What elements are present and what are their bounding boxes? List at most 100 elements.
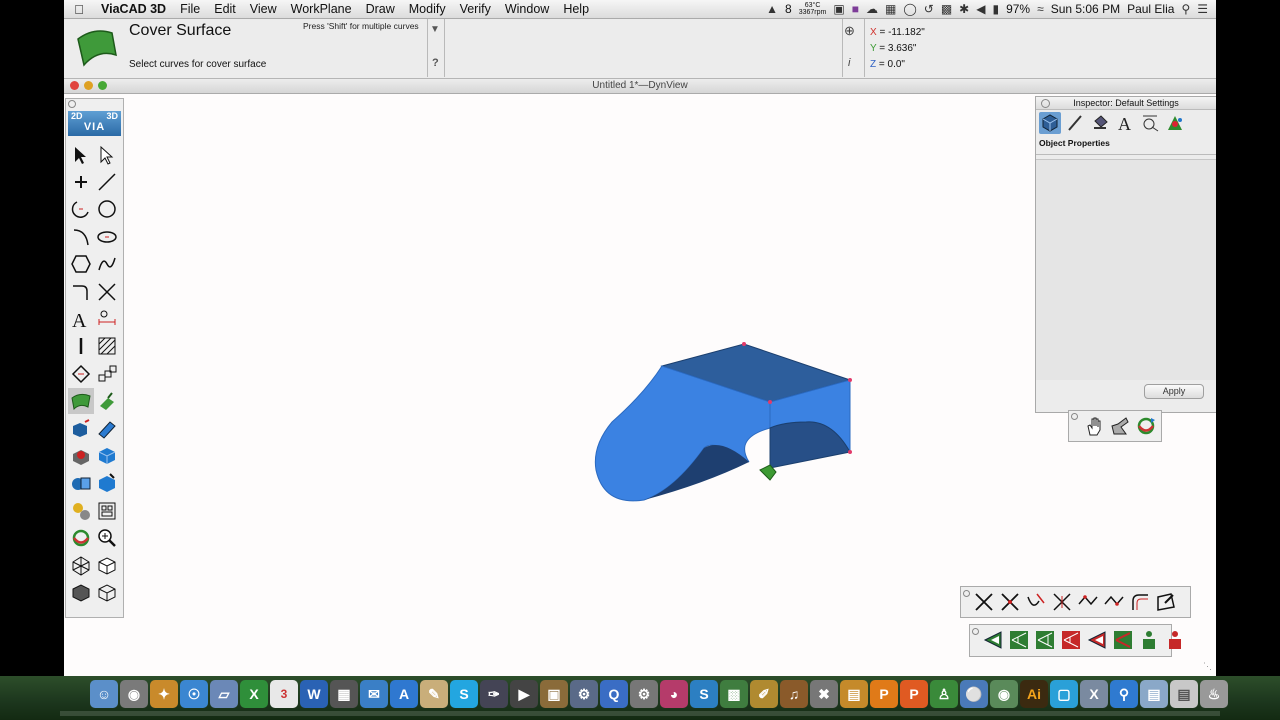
people-app-icon[interactable]: ♙: [930, 680, 958, 708]
tool-polygon[interactable]: [68, 251, 94, 277]
app-store-icon[interactable]: A: [390, 680, 418, 708]
shield-icon[interactable]: ◯: [903, 2, 916, 16]
system-preferences-icon[interactable]: ⚙: [630, 680, 658, 708]
tool-extrude-surface[interactable]: [94, 388, 120, 414]
network-icon[interactable]: ⚪: [960, 680, 988, 708]
display-icon[interactable]: ▩: [941, 2, 952, 16]
illustrator-icon[interactable]: Ai: [1020, 680, 1048, 708]
x11-icon[interactable]: X: [1080, 680, 1108, 708]
tool-hatch[interactable]: [94, 333, 120, 359]
excel-icon[interactable]: X: [240, 680, 268, 708]
tool-line[interactable]: [94, 169, 120, 195]
vertex-point[interactable]: [848, 450, 852, 454]
tool-shaded-view[interactable]: [68, 580, 94, 606]
word-icon[interactable]: W: [300, 680, 328, 708]
menu-modify[interactable]: Modify: [402, 2, 453, 16]
tool-solid-extrude[interactable]: [68, 416, 94, 442]
pages-icon[interactable]: P: [900, 680, 928, 708]
tool-cube-solid[interactable]: [94, 443, 120, 469]
bluetooth-icon[interactable]: ✱: [959, 2, 969, 16]
trash-icon[interactable]: ♨: [1200, 680, 1228, 708]
cross-curve-button[interactable]: [1049, 589, 1075, 615]
documents-icon[interactable]: ▤: [1170, 680, 1198, 708]
via-logo[interactable]: 2D 3D VIA: [68, 111, 121, 136]
vertex-point[interactable]: [768, 400, 772, 404]
cloud-icon[interactable]: ☁: [866, 2, 878, 16]
powerpoint-icon[interactable]: P: [870, 680, 898, 708]
close-icon[interactable]: [1041, 99, 1050, 108]
wifi-icon[interactable]: ≈: [1037, 2, 1044, 16]
split-cross-button[interactable]: [997, 589, 1023, 615]
apply-button[interactable]: Apply: [1144, 384, 1204, 399]
utility-icon[interactable]: ▦: [330, 680, 358, 708]
tool-select-arrow[interactable]: [68, 142, 94, 168]
tool-light-render[interactable]: [68, 498, 94, 524]
quill-icon[interactable]: ✑: [480, 680, 508, 708]
quicktime-icon[interactable]: Q: [600, 680, 628, 708]
close-icon[interactable]: [1071, 413, 1078, 420]
app-square-icon[interactable]: ■: [852, 2, 859, 16]
photo-app-icon[interactable]: ▱: [210, 680, 238, 708]
x-coordinate[interactable]: -11.182": [888, 27, 925, 38]
tool-shell-solid[interactable]: [68, 470, 94, 496]
adobe-icon[interactable]: ▲: [766, 2, 778, 16]
search-app-icon[interactable]: ⚲: [1110, 680, 1138, 708]
tool-transform[interactable]: [68, 361, 94, 387]
zoom-hand-button[interactable]: [1107, 413, 1133, 439]
tool-box-view[interactable]: [94, 553, 120, 579]
window-icon[interactable]: ▣: [833, 2, 844, 16]
tool-solid-sweep[interactable]: [94, 416, 120, 442]
model-viewport[interactable]: [494, 320, 874, 540]
menu-verify[interactable]: Verify: [453, 2, 498, 16]
break-curve-button[interactable]: [1075, 589, 1101, 615]
menu-file[interactable]: File: [173, 2, 207, 16]
battery-icon[interactable]: ▮: [992, 2, 999, 16]
calendar-icon[interactable]: 3: [270, 680, 298, 708]
menu-window[interactable]: Window: [498, 2, 556, 16]
screenshot-icon[interactable]: ▩: [720, 680, 748, 708]
folder-icon[interactable]: ▤: [1140, 680, 1168, 708]
user-name[interactable]: Paul Elia: [1127, 2, 1174, 16]
tab-text[interactable]: A: [1114, 112, 1136, 134]
app-brush-icon[interactable]: ✐: [750, 680, 778, 708]
tool-curve[interactable]: [68, 224, 94, 250]
image-capture-icon[interactable]: ⚙: [570, 680, 598, 708]
volume-icon[interactable]: ◀: [976, 2, 985, 16]
time-machine-icon[interactable]: ↺: [924, 2, 934, 16]
notes-icon[interactable]: ✎: [420, 680, 448, 708]
menu-view[interactable]: View: [243, 2, 284, 16]
orbit-button[interactable]: [1133, 413, 1159, 439]
tab-paint[interactable]: [1089, 112, 1111, 134]
crosshair-icon[interactable]: ⊕: [844, 23, 855, 39]
resize-grip-icon[interactable]: ⋱: [1203, 661, 1212, 672]
tab-object-cube[interactable]: [1039, 112, 1061, 134]
launchpad-icon[interactable]: ◉: [120, 680, 148, 708]
tool-array[interactable]: [94, 361, 120, 387]
z-coordinate[interactable]: 0.0": [888, 59, 905, 70]
spotlight-search-icon[interactable]: ⚲: [1181, 2, 1190, 16]
grid-icon[interactable]: ▦: [885, 2, 896, 16]
shape-net-green-button[interactable]: [1006, 627, 1032, 653]
menu-draw[interactable]: Draw: [359, 2, 402, 16]
tool-wireframe-view[interactable]: [94, 580, 120, 606]
close-icon[interactable]: [68, 100, 76, 108]
app-s-icon[interactable]: S: [690, 680, 718, 708]
apple-menu-icon[interactable]: : [64, 2, 94, 17]
figure-green-button[interactable]: [1136, 627, 1162, 653]
tool-boolean-subtract[interactable]: [68, 443, 94, 469]
shape-net-green-2-button[interactable]: [1032, 627, 1058, 653]
trim-curve-button[interactable]: [1023, 589, 1049, 615]
tool-solid-edit[interactable]: [94, 470, 120, 496]
tool-select-hollow-arrow[interactable]: [94, 142, 120, 168]
tool-point[interactable]: [68, 169, 94, 195]
tool-text[interactable]: A: [68, 306, 94, 332]
tool-fillet-corner[interactable]: [68, 279, 94, 305]
shape-mixed-button[interactable]: [1110, 627, 1136, 653]
close-icon[interactable]: [972, 628, 979, 635]
join-curve-button[interactable]: [1101, 589, 1127, 615]
notification-list-icon[interactable]: ☰: [1197, 2, 1208, 16]
remote-desktop-icon[interactable]: ▢: [1050, 680, 1078, 708]
vertex-point[interactable]: [742, 342, 746, 346]
viacad-icon[interactable]: ✦: [150, 680, 178, 708]
tab-color[interactable]: [1164, 112, 1186, 134]
